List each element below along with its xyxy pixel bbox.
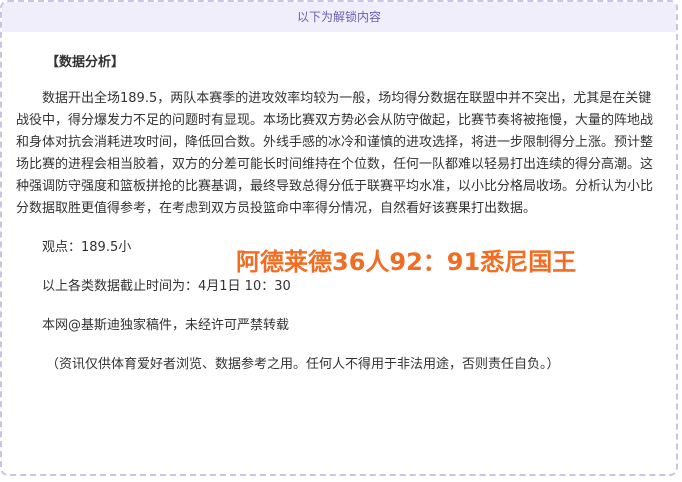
copyright-line: 本网@基斯迪独家稿件，未经许可严禁转载 — [42, 318, 290, 333]
cutoff-time-line: 以上各类数据截止时间为：4月1日 10：30 — [42, 279, 291, 294]
analysis-paragraph: 数据开出全场189.5，两队本赛季的进攻效率均较为一般，场均得分数据在联盟中并不… — [16, 91, 654, 216]
unlock-header: 以下为解锁内容 — [2, 2, 676, 32]
unlock-content-frame: 以下为解锁内容 【数据分析】 数据开出全场189.5，两队本赛季的进攻效率均较为… — [0, 0, 678, 476]
disclaimer-line: （资讯仅供体育爱好者浏览、数据参考之用。任何人不得用于非法用途，否则责任自负。） — [46, 357, 560, 372]
section-title: 【数据分析】 — [46, 55, 125, 70]
article-content: 【数据分析】 数据开出全场189.5，两队本赛季的进攻效率均较为一般，场均得分数… — [2, 52, 676, 376]
score-overlay: 阿德莱德36人92：91悉尼国王 — [236, 248, 577, 276]
